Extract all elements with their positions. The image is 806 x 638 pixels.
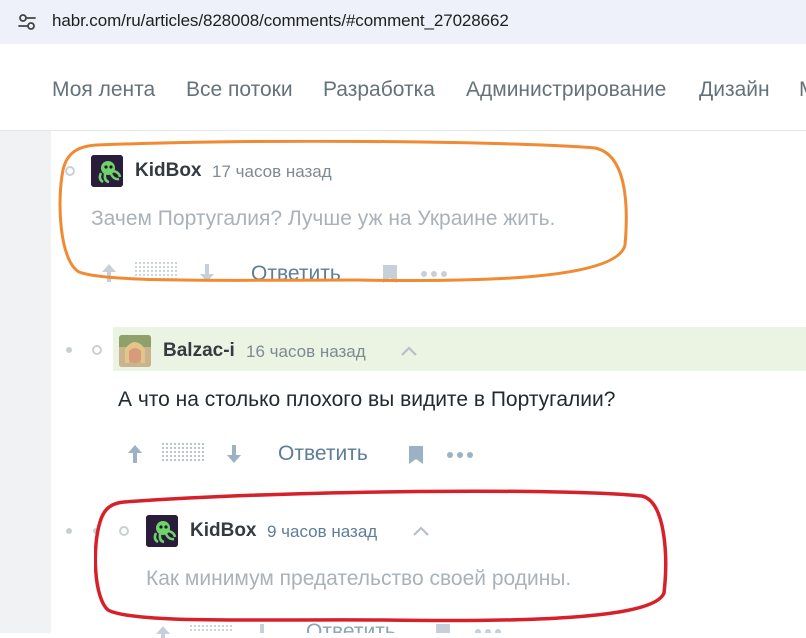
chevron-up-icon[interactable]	[412, 525, 430, 537]
site-settings-icon[interactable]	[17, 12, 37, 32]
bookmark-icon[interactable]	[381, 263, 399, 285]
nav-item-my-feed[interactable]: Моя лента	[52, 78, 155, 102]
avatar[interactable]	[146, 515, 178, 547]
bookmark-icon[interactable]	[434, 624, 452, 633]
thread-ring	[65, 166, 75, 176]
thread-gutter	[0, 131, 51, 633]
comment-text: А что на столько плохого вы видите в Пор…	[118, 388, 616, 411]
upvote-icon[interactable]	[99, 262, 119, 284]
bookmark-icon[interactable]	[407, 444, 425, 466]
kidbox-avatar-icon	[146, 515, 178, 547]
address-field[interactable]: habr.com/ru/articles/828008/comments/#co…	[0, 0, 806, 44]
more-icon[interactable]	[474, 628, 502, 633]
reply-button[interactable]: Ответить	[251, 262, 341, 286]
thread-ring	[119, 526, 129, 536]
comment-text: Зачем Португалия? Лучше уж на Украине жи…	[91, 207, 556, 230]
upvote-icon[interactable]	[125, 443, 145, 465]
thread-dot	[66, 528, 72, 534]
reply-button-clip: Ответить	[306, 620, 396, 633]
score-placeholder	[135, 262, 179, 282]
comment-username[interactable]: Balzac-i	[163, 340, 235, 362]
comment-time[interactable]: 9 часов назад	[267, 522, 377, 542]
comment-username[interactable]: KidBox	[190, 520, 257, 542]
avatar[interactable]	[119, 335, 151, 367]
reply-button[interactable]: Ответить	[306, 620, 396, 633]
comment-time[interactable]: 17 часов назад	[212, 162, 332, 182]
downvote-icon[interactable]	[252, 624, 272, 633]
thread-ring	[92, 345, 102, 355]
browser-address-bar: habr.com/ru/articles/828008/comments/#co…	[0, 0, 806, 46]
kidbox-avatar-icon	[91, 155, 123, 187]
thread-dot	[66, 347, 72, 353]
comment-time[interactable]: 16 часов назад	[246, 342, 366, 362]
score-placeholder	[190, 625, 234, 633]
more-icon[interactable]	[446, 451, 474, 459]
score-placeholder	[162, 443, 206, 463]
downvote-icon[interactable]	[197, 262, 217, 284]
comment-text: Как минимум предательство своей родины.	[146, 567, 572, 590]
url-text[interactable]: habr.com/ru/articles/828008/comments/#co…	[52, 11, 509, 31]
nav-item-more[interactable]: М	[799, 78, 806, 102]
thread-dot	[93, 528, 99, 534]
chevron-up-icon[interactable]	[400, 345, 418, 357]
reply-button[interactable]: Ответить	[278, 442, 368, 466]
upvote-icon[interactable]	[153, 624, 173, 638]
more-icon[interactable]	[420, 270, 448, 278]
habr-nav-bar: Моя лента Все потоки Разработка Админист…	[0, 52, 806, 131]
avatar[interactable]	[91, 155, 123, 187]
nav-item-design[interactable]: Дизайн	[699, 78, 770, 102]
balzac-avatar-icon	[119, 335, 151, 367]
nav-item-development[interactable]: Разработка	[323, 78, 435, 102]
nav-item-administration[interactable]: Администрирование	[466, 78, 666, 102]
comment-username[interactable]: KidBox	[135, 160, 202, 182]
nav-item-all-streams[interactable]: Все потоки	[186, 78, 293, 102]
downvote-icon[interactable]	[224, 443, 244, 465]
